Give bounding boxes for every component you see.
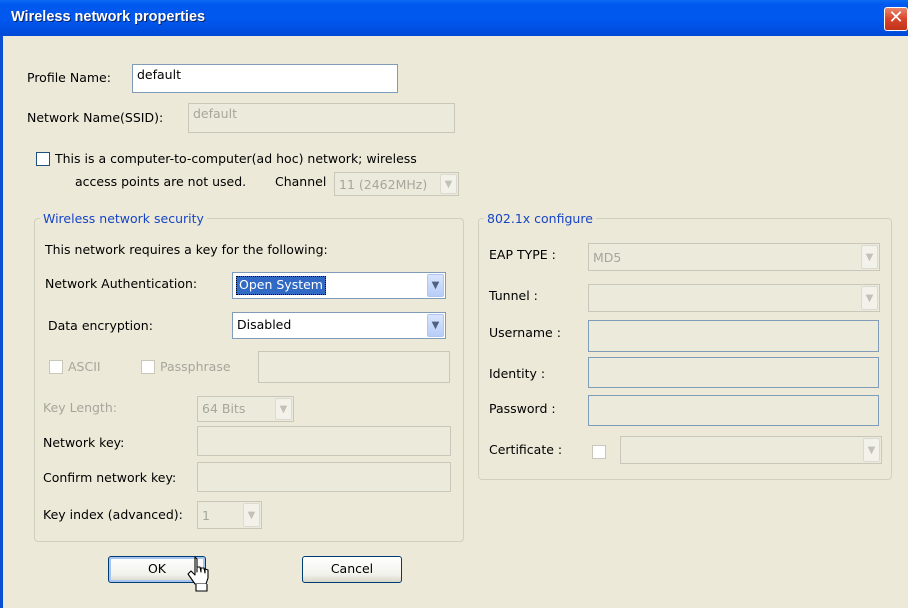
- mouse-pointer-icon: [187, 556, 209, 592]
- cancel-button[interactable]: Cancel: [302, 556, 402, 583]
- chevron-down-icon[interactable]: ▼: [863, 438, 880, 462]
- password-input[interactable]: [588, 395, 879, 426]
- data-encryption-label: Data encryption:: [48, 318, 153, 333]
- network-authentication-label: Network Authentication:: [45, 276, 198, 291]
- confirm-network-key-label: Confirm network key:: [43, 470, 177, 485]
- chevron-down-icon[interactable]: ▼: [861, 245, 878, 269]
- profile-name-input[interactable]: default: [132, 64, 398, 93]
- confirm-network-key-input[interactable]: [197, 462, 451, 492]
- identity-input[interactable]: [588, 357, 879, 388]
- channel-value: 11 (2462MHz): [339, 177, 428, 192]
- close-icon[interactable]: ✕: [884, 7, 908, 31]
- wireless-security-group-title: Wireless network security: [40, 211, 207, 226]
- chevron-down-icon[interactable]: ▼: [427, 274, 444, 297]
- key-index-value: 1: [202, 508, 210, 523]
- channel-select[interactable]: 11 (2462MHz) ▼: [334, 172, 459, 196]
- key-index-label: Key index (advanced):: [43, 507, 183, 522]
- window-frame: [0, 36, 3, 608]
- eap-type-value: MD5: [593, 250, 622, 265]
- tunnel-label: Tunnel :: [489, 288, 538, 303]
- certificate-checkbox[interactable]: [592, 445, 606, 459]
- chevron-down-icon[interactable]: ▼: [427, 314, 444, 337]
- key-length-select[interactable]: 64 Bits ▼: [197, 396, 294, 422]
- certificate-select[interactable]: ▼: [620, 436, 882, 464]
- username-input[interactable]: [588, 320, 879, 352]
- passphrase-input[interactable]: [258, 351, 450, 383]
- network-key-label: Network key:: [43, 435, 125, 450]
- chevron-down-icon[interactable]: ▼: [440, 174, 457, 194]
- eap-type-select[interactable]: MD5 ▼: [588, 243, 880, 271]
- ascii-checkbox[interactable]: [49, 360, 63, 374]
- key-index-select[interactable]: 1 ▼: [197, 501, 262, 529]
- adhoc-label-line2: access points are not used.: [75, 174, 247, 189]
- window-title: Wireless network properties: [11, 9, 206, 25]
- adhoc-checkbox[interactable]: [36, 152, 50, 166]
- channel-label: Channel: [275, 174, 327, 189]
- key-length-value: 64 Bits: [202, 401, 246, 416]
- identity-label: Identity :: [489, 366, 546, 381]
- chevron-down-icon[interactable]: ▼: [243, 503, 260, 527]
- profile-name-label: Profile Name:: [27, 70, 111, 85]
- tunnel-select[interactable]: ▼: [588, 284, 880, 312]
- passphrase-checkbox[interactable]: [141, 360, 155, 374]
- data-encryption-value: Disabled: [237, 317, 292, 332]
- chevron-down-icon[interactable]: ▼: [861, 286, 878, 310]
- adhoc-label-line1: This is a computer-to-computer(ad hoc) n…: [55, 151, 417, 166]
- dot1x-group-title: 802.1x configure: [484, 211, 596, 226]
- certificate-label: Certificate :: [489, 442, 563, 457]
- ssid-input[interactable]: default: [188, 103, 455, 133]
- username-label: Username :: [489, 325, 561, 340]
- ascii-label: ASCII: [68, 359, 101, 374]
- ssid-label: Network Name(SSID):: [27, 110, 164, 125]
- network-authentication-select[interactable]: Open System ▼: [232, 272, 446, 299]
- security-intro-text: This network requires a key for the foll…: [45, 242, 328, 257]
- passphrase-label: Passphrase: [160, 359, 231, 374]
- network-key-input[interactable]: [197, 426, 451, 456]
- data-encryption-select[interactable]: Disabled ▼: [232, 312, 446, 339]
- password-label: Password :: [489, 401, 556, 416]
- chevron-down-icon[interactable]: ▼: [275, 398, 292, 420]
- key-length-label: Key Length:: [43, 400, 117, 415]
- title-bar: Wireless network properties ✕: [0, 0, 908, 36]
- eap-type-label: EAP TYPE :: [489, 247, 556, 262]
- network-authentication-value: Open System: [236, 276, 326, 295]
